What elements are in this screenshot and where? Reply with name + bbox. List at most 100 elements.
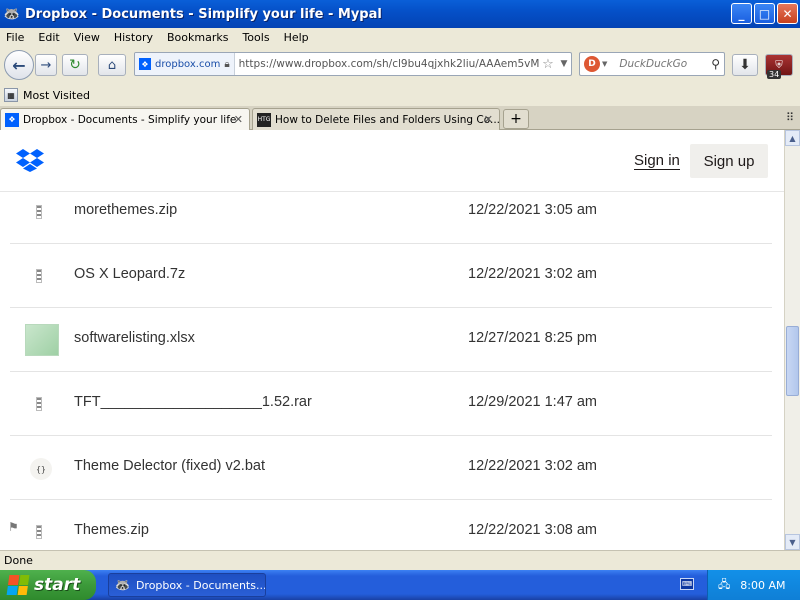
mypal-raccoon-icon: 🦝 bbox=[115, 578, 130, 592]
menu-tools[interactable]: Tools bbox=[242, 31, 269, 44]
menu-help[interactable]: Help bbox=[284, 31, 309, 44]
url-text[interactable]: https://www.dropbox.com/sh/cl9bu4qjxhk2l… bbox=[235, 58, 539, 70]
window-title: Dropbox - Documents - Simplify your life… bbox=[25, 6, 382, 22]
file-name[interactable]: morethemes.zip bbox=[74, 202, 177, 218]
vertical-scrollbar[interactable]: ▲ ▼ bbox=[784, 130, 800, 550]
maximize-button[interactable]: □ bbox=[754, 3, 775, 24]
dropbox-favicon-icon: ❖ bbox=[139, 58, 151, 70]
file-list: morethemes.zip 12/22/2021 3:05 am OS X L… bbox=[10, 180, 772, 550]
file-name[interactable]: TFT____________________1.52.rar bbox=[74, 394, 312, 410]
file-row[interactable]: Themes.zip 12/22/2021 3:08 am bbox=[10, 500, 772, 550]
most-visited-folder-icon: ▦ bbox=[4, 88, 18, 102]
window-controls: _ □ ✕ bbox=[731, 3, 798, 24]
file-name[interactable]: Theme Delector (fixed) v2.bat bbox=[74, 458, 265, 474]
file-modified: 12/29/2021 1:47 am bbox=[468, 394, 597, 410]
htg-icon: HTG bbox=[257, 112, 271, 127]
list-all-tabs-icon[interactable]: ⠿ bbox=[786, 111, 794, 124]
home-button[interactable]: ⌂ bbox=[98, 54, 126, 76]
new-tab-button[interactable]: + bbox=[503, 109, 529, 129]
file-name[interactable]: Themes.zip bbox=[74, 522, 149, 538]
flag-icon[interactable]: ⚑ bbox=[8, 520, 19, 534]
navigation-toolbar: ← → ↻ ⌂ ❖ dropbox.com 🔒︎ https://www.dro… bbox=[0, 46, 800, 84]
search-icon[interactable]: ⚲ bbox=[711, 57, 720, 71]
lock-icon: 🔒︎ bbox=[224, 58, 230, 70]
tab-strip: ❖ Dropbox - Documents - Simplify your li… bbox=[0, 106, 800, 130]
menu-edit[interactable]: Edit bbox=[38, 31, 59, 44]
clock[interactable]: 8:00 AM bbox=[740, 579, 785, 592]
zip-file-icon bbox=[36, 525, 42, 539]
zip-file-icon bbox=[36, 269, 42, 283]
addon-button[interactable]: ⛨ 34 bbox=[765, 54, 793, 79]
zip-file-icon bbox=[36, 397, 42, 411]
file-modified: 12/22/2021 3:08 am bbox=[468, 522, 597, 538]
file-row[interactable]: OS X Leopard.7z 12/22/2021 3:02 am bbox=[10, 244, 772, 308]
taskbar-item-label: Dropbox - Documents... bbox=[135, 578, 266, 592]
forward-button[interactable]: → bbox=[35, 54, 57, 76]
duckduckgo-icon[interactable]: D bbox=[584, 56, 600, 72]
file-name[interactable]: softwarelisting.xlsx bbox=[74, 330, 195, 346]
window-titlebar[interactable]: 🦝 Dropbox - Documents - Simplify your li… bbox=[0, 0, 800, 28]
scroll-down-arrow-icon[interactable]: ▼ bbox=[785, 534, 800, 550]
shield-addon-icon: ⛨ bbox=[775, 59, 783, 71]
sign-in-link[interactable]: Sign in bbox=[634, 152, 680, 170]
spreadsheet-thumbnail-icon bbox=[25, 324, 59, 356]
tab-close-icon[interactable]: ✕ bbox=[234, 113, 243, 126]
menu-history[interactable]: History bbox=[114, 31, 153, 44]
back-arrow-icon: ← bbox=[12, 55, 26, 75]
menu-bar: File Edit View History Bookmarks Tools H… bbox=[0, 28, 800, 46]
home-icon: ⌂ bbox=[107, 57, 117, 73]
bookmarks-toolbar: ▦ Most Visited bbox=[0, 84, 800, 106]
menu-bookmarks[interactable]: Bookmarks bbox=[167, 31, 228, 44]
tab-close-icon[interactable]: ✕ bbox=[484, 113, 493, 126]
file-row[interactable]: softwarelisting.xlsx 12/27/2021 8:25 pm bbox=[10, 308, 772, 372]
dropbox-logo-icon[interactable] bbox=[16, 148, 44, 172]
dropbox-icon: ❖ bbox=[5, 112, 19, 127]
tab-dropbox[interactable]: ❖ Dropbox - Documents - Simplify your li… bbox=[0, 108, 250, 130]
search-input[interactable] bbox=[619, 58, 710, 70]
status-text: Done bbox=[4, 554, 33, 567]
addon-badge-count: 34 bbox=[767, 70, 782, 79]
file-modified: 12/22/2021 3:02 am bbox=[468, 266, 597, 282]
status-bar: Done bbox=[0, 550, 800, 570]
file-modified: 12/22/2021 3:02 am bbox=[468, 458, 597, 474]
code-file-icon: {} bbox=[30, 458, 52, 480]
forward-arrow-icon: → bbox=[40, 57, 52, 73]
url-dropdown-icon[interactable]: ▼ bbox=[557, 59, 571, 69]
file-row[interactable]: TFT____________________1.52.rar 12/29/20… bbox=[10, 372, 772, 436]
scrollbar-thumb[interactable] bbox=[786, 326, 799, 396]
tab-label: How to Delete Files and Folders Using Co… bbox=[275, 113, 500, 126]
taskbar-item-dropbox[interactable]: 🦝 Dropbox - Documents... bbox=[108, 573, 266, 597]
system-tray: 🖧 8:00 AM bbox=[707, 570, 800, 600]
file-modified: 12/27/2021 8:25 pm bbox=[468, 330, 597, 346]
search-bar[interactable]: D ▼ ⚲ bbox=[579, 52, 725, 76]
close-button[interactable]: ✕ bbox=[777, 3, 798, 24]
download-arrow-icon: ⬇ bbox=[739, 57, 751, 73]
downloads-button[interactable]: ⬇ bbox=[732, 54, 758, 76]
file-name[interactable]: OS X Leopard.7z bbox=[74, 266, 185, 282]
mypal-raccoon-icon: 🦝 bbox=[3, 6, 21, 22]
page-content: morethemes.zip 12/22/2021 3:05 am OS X L… bbox=[0, 130, 784, 550]
file-row[interactable]: {} Theme Delector (fixed) v2.bat 12/22/2… bbox=[10, 436, 772, 500]
tab-label: Dropbox - Documents - Simplify your life bbox=[23, 113, 237, 126]
keyboard-layout-icon[interactable]: ⌨ bbox=[680, 578, 694, 590]
taskbar: start 🦝 Dropbox - Documents... ⌨ 🖧 8:00 … bbox=[0, 570, 800, 600]
back-button[interactable]: ← bbox=[4, 50, 34, 80]
dropbox-header: Sign in Sign up bbox=[0, 130, 784, 192]
minimize-button[interactable]: _ bbox=[731, 3, 752, 24]
bookmark-most-visited[interactable]: Most Visited bbox=[23, 89, 90, 102]
url-bar[interactable]: ❖ dropbox.com 🔒︎ https://www.dropbox.com… bbox=[134, 52, 572, 76]
site-identity-label: dropbox.com bbox=[155, 58, 221, 70]
file-modified: 12/22/2021 3:05 am bbox=[468, 202, 597, 218]
start-button[interactable]: start bbox=[0, 570, 96, 600]
menu-view[interactable]: View bbox=[74, 31, 100, 44]
site-identity-button[interactable]: ❖ dropbox.com 🔒︎ bbox=[135, 53, 235, 75]
windows-logo-icon bbox=[6, 575, 30, 595]
tab-how-to-delete[interactable]: HTG How to Delete Files and Folders Usin… bbox=[252, 108, 500, 130]
network-icon[interactable]: 🖧 bbox=[718, 576, 730, 595]
search-engine-dropdown-icon[interactable]: ▼ bbox=[602, 60, 607, 68]
bookmark-star-icon[interactable]: ☆ bbox=[539, 57, 557, 72]
sign-up-button[interactable]: Sign up bbox=[690, 144, 768, 178]
reload-button[interactable]: ↻ bbox=[62, 54, 88, 76]
menu-file[interactable]: File bbox=[6, 31, 24, 44]
scroll-up-arrow-icon[interactable]: ▲ bbox=[785, 130, 800, 146]
